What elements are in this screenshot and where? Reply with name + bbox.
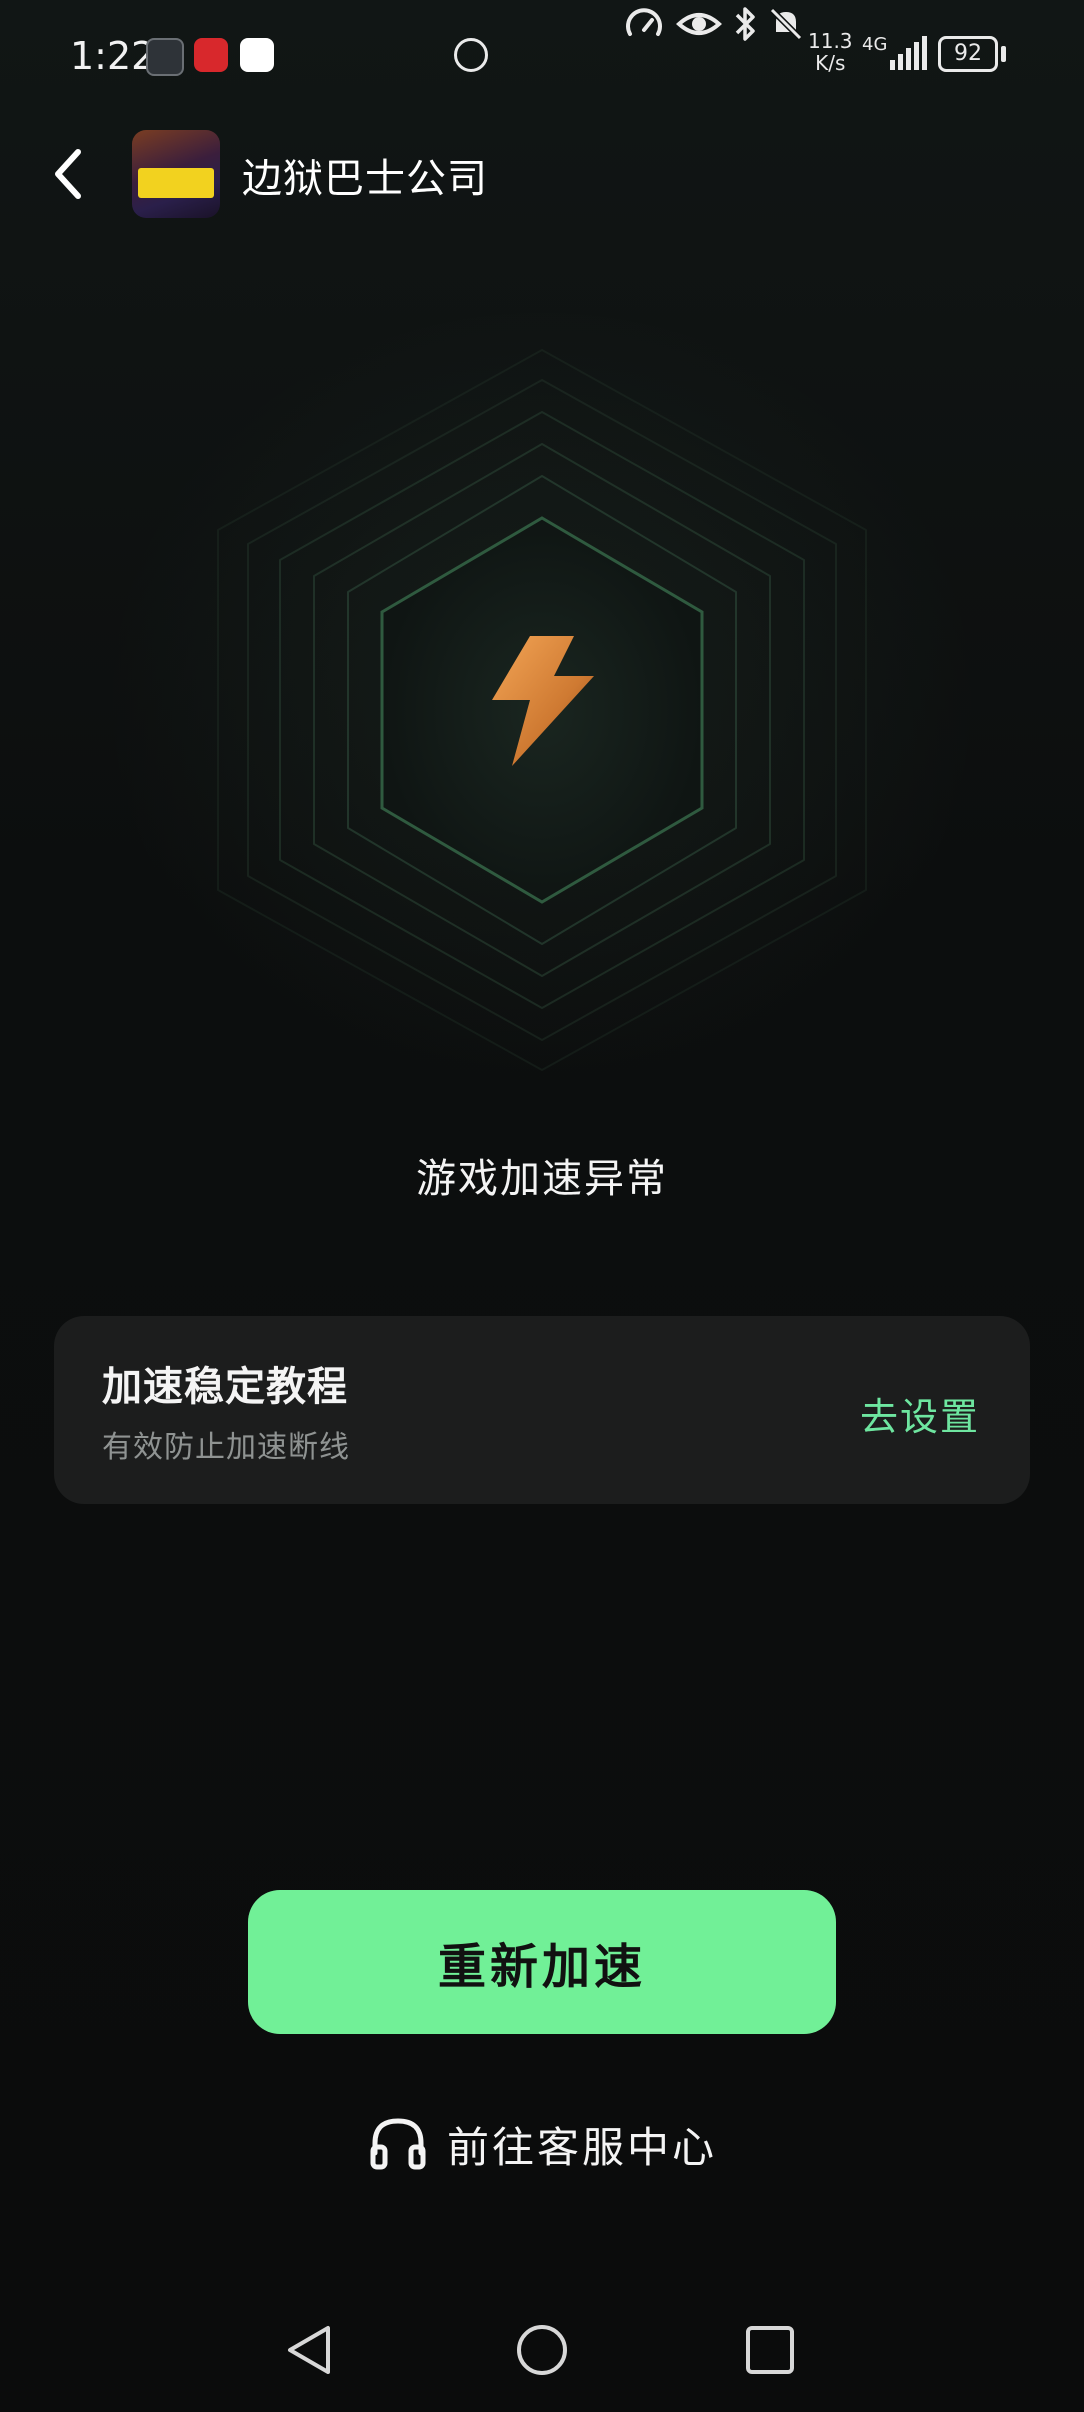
customer-service-label: 前往客服中心	[446, 2122, 717, 2172]
mute-icon	[769, 7, 803, 41]
bluetooth-icon	[735, 7, 755, 41]
game-cover-logo-band	[138, 168, 214, 198]
signal-icon	[890, 36, 927, 70]
huawei-icon	[194, 38, 228, 72]
battery-tip	[1001, 46, 1006, 62]
nav-home-icon[interactable]	[510, 2318, 574, 2382]
game-title: 边狱巴士公司	[242, 156, 488, 202]
system-nav-bar	[0, 2296, 1084, 2412]
accelerator-emblem	[217, 349, 867, 1071]
nav-recent-icon[interactable]	[738, 2318, 802, 2382]
status-bar: 1:22 11.3 K/s 4G 92	[0, 0, 1084, 112]
customer-service-link[interactable]: 前往客服中心	[0, 2112, 1084, 2176]
tutorial-subtitle: 有效防止加速断线	[102, 1430, 350, 1465]
tutorial-card[interactable]: 加速稳定教程 有效防止加速断线 去设置	[54, 1316, 1030, 1504]
nav-back-icon[interactable]	[278, 2318, 342, 2382]
app-notification-icon	[146, 38, 184, 76]
speedometer-icon	[626, 8, 662, 36]
retry-accelerate-button[interactable]: 重新加速	[248, 1890, 836, 2034]
net-speed: 11.3 K/s	[808, 30, 853, 74]
tutorial-title: 加速稳定教程	[102, 1364, 348, 1410]
browser-icon	[240, 38, 274, 72]
headset-icon	[370, 2118, 426, 2170]
chevron-left-icon	[55, 149, 81, 199]
network-type: 4G	[862, 34, 888, 55]
net-speed-unit: K/s	[815, 51, 846, 75]
battery-icon: 92	[938, 36, 998, 72]
eye-icon	[676, 13, 722, 35]
net-speed-value: 11.3	[808, 29, 853, 53]
status-message: 游戏加速异常	[416, 1156, 668, 1202]
go-settings-link[interactable]: 去设置	[860, 1386, 980, 1441]
data-saver-icon	[454, 38, 488, 72]
back-button[interactable]	[40, 136, 96, 212]
status-time: 1:22	[70, 34, 156, 78]
game-cover-image	[132, 130, 220, 218]
